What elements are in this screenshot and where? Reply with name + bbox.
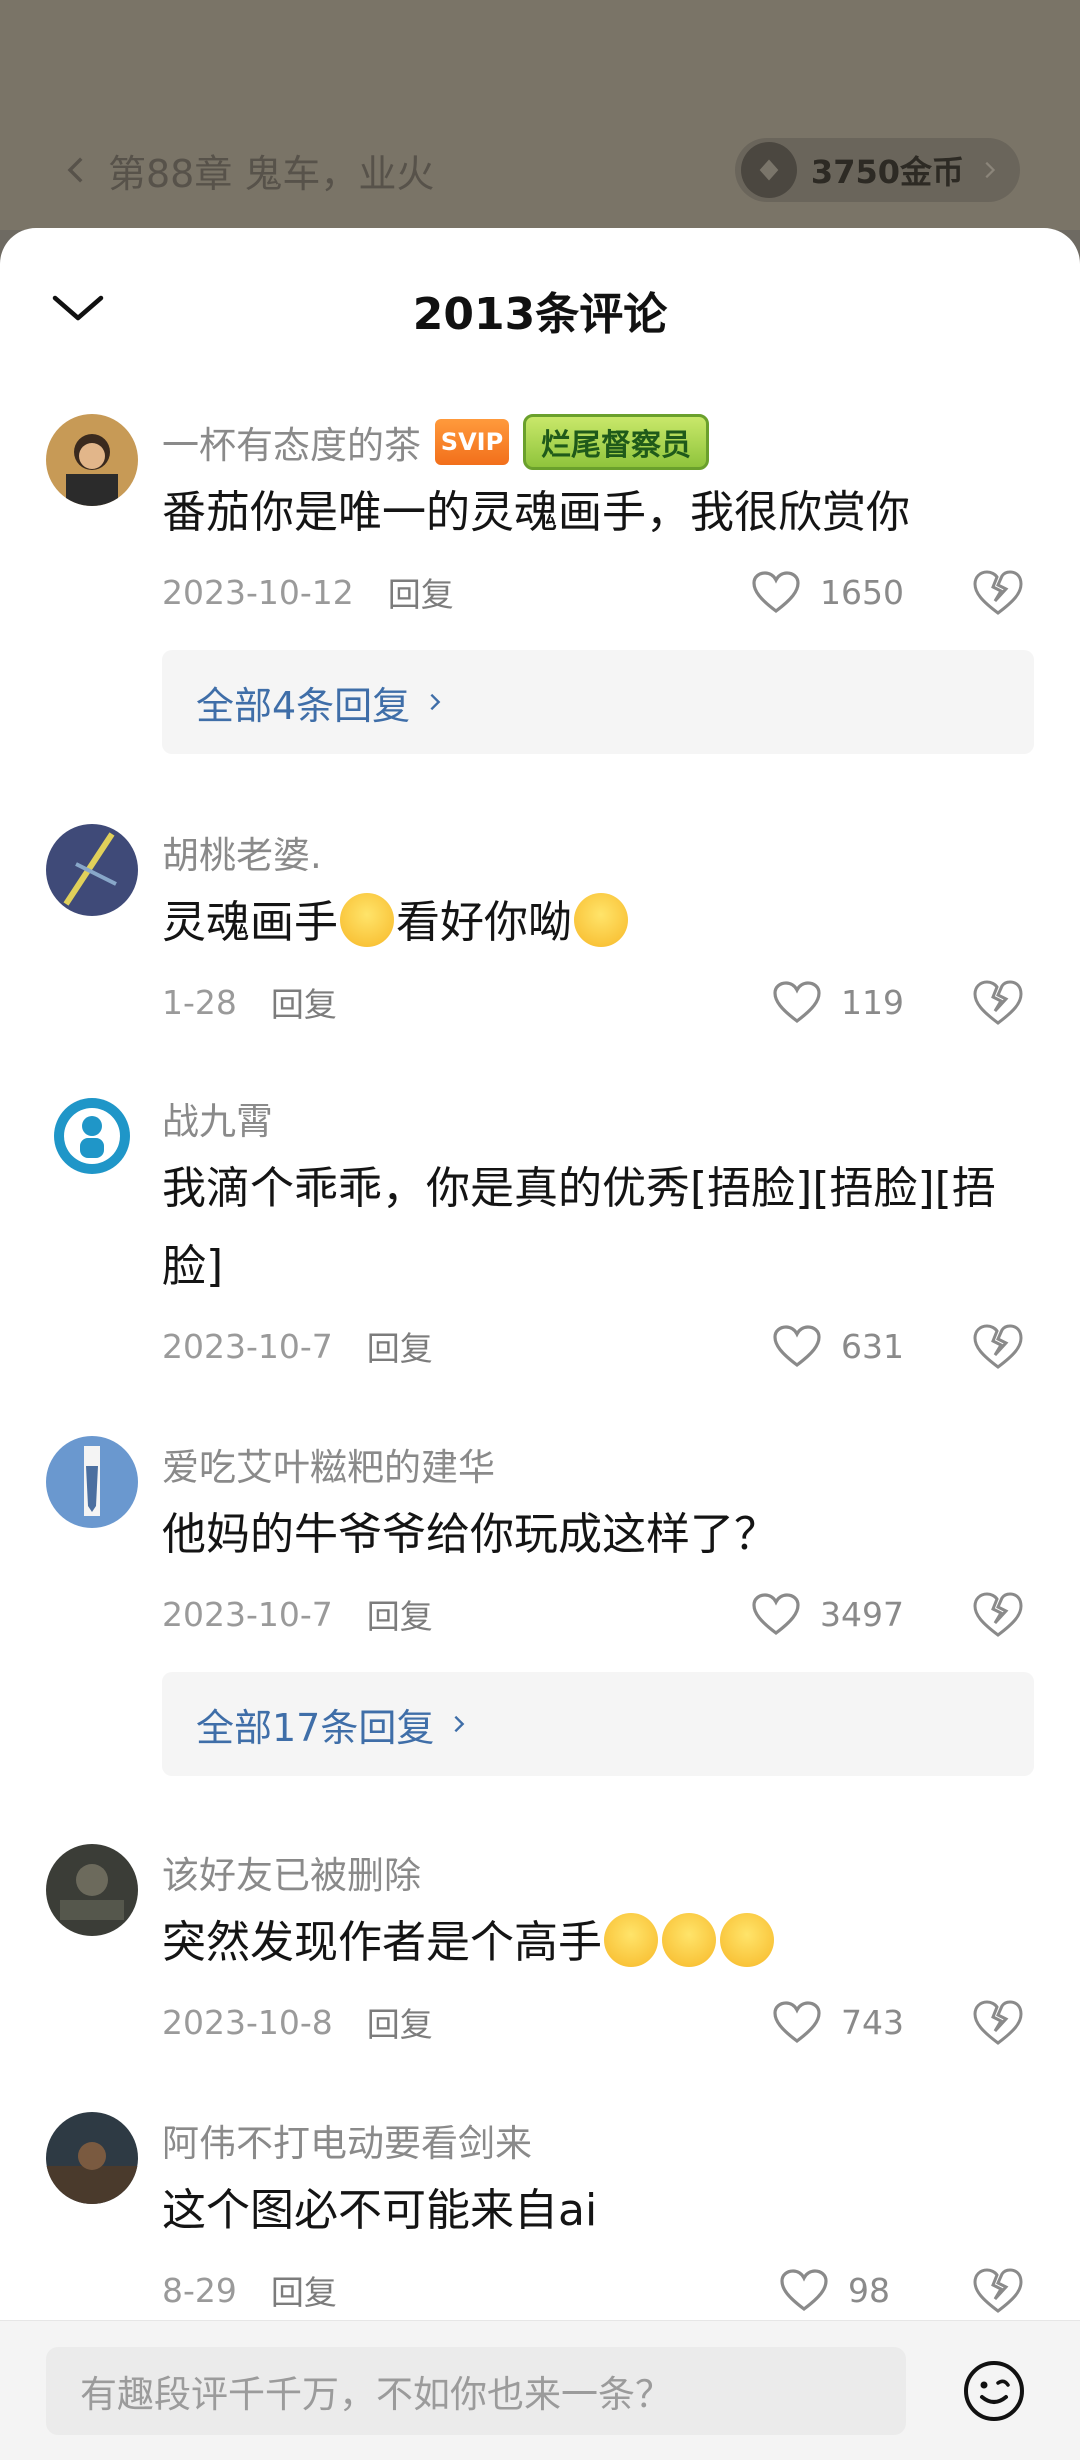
comment-text[interactable]: 这个图必不可能来自ai bbox=[162, 2172, 1034, 2250]
heart-icon bbox=[752, 571, 800, 614]
comment-text[interactable]: 突然发现作者是个高手 bbox=[162, 1904, 1034, 1982]
laughing-emoji-icon bbox=[720, 1913, 774, 1967]
comment-count-title: 2013条评论 bbox=[412, 289, 668, 340]
svip-badge: SVIP bbox=[435, 419, 509, 465]
chevron-left-icon bbox=[67, 157, 83, 183]
comment-date: 2023-10-12 bbox=[162, 572, 354, 612]
like-count: 98 bbox=[848, 2270, 890, 2310]
like-count: 1650 bbox=[820, 572, 904, 612]
like-count: 743 bbox=[841, 2002, 904, 2042]
reply-button[interactable]: 回复 bbox=[271, 2266, 337, 2314]
user-name[interactable]: 胡桃老婆. bbox=[162, 825, 322, 879]
view-replies-link[interactable]: 全部17条回复 bbox=[162, 1672, 1034, 1776]
heart-icon bbox=[752, 1593, 800, 1636]
comment-item: 阿伟不打电动要看剑来 这个图必不可能来自ai 8-29 回复 98 bbox=[0, 2112, 1080, 2330]
comment-text[interactable]: 番茄你是唯一的灵魂画手，我很欣赏你 bbox=[162, 474, 1034, 552]
avatar[interactable] bbox=[46, 2112, 138, 2204]
comment-input[interactable]: 有趣段评千千万，不如你也来一条？ bbox=[46, 2347, 906, 2435]
like-count: 631 bbox=[841, 1326, 904, 1366]
chevron-right-icon bbox=[430, 693, 441, 711]
view-replies-label: 全部17条回复 bbox=[196, 1705, 435, 1750]
user-name[interactable]: 阿伟不打电动要看剑来 bbox=[162, 2113, 532, 2167]
chapter-title: 第88章 鬼车，业火 bbox=[108, 151, 435, 196]
smile-emoji-icon bbox=[574, 893, 628, 947]
emoji-icon[interactable] bbox=[960, 2357, 1028, 2425]
reply-button[interactable]: 回复 bbox=[367, 1322, 433, 1370]
view-replies-label: 全部4条回复 bbox=[196, 683, 411, 728]
user-name[interactable]: 爱吃艾叶糍粑的建华 bbox=[162, 1437, 495, 1491]
user-name[interactable]: 战九霄 bbox=[162, 1091, 273, 1145]
comment-item: 一杯有态度的茶 SVIP 烂尾督察员 番茄你是唯一的灵魂画手，我很欣赏你 202… bbox=[0, 414, 1080, 754]
laughing-emoji-icon bbox=[662, 1913, 716, 1967]
coin-balance: 3750金币 bbox=[810, 153, 964, 191]
like-button[interactable]: 3497 bbox=[750, 1591, 904, 1637]
coin-icon bbox=[740, 142, 797, 198]
view-replies-link[interactable]: 全部4条回复 bbox=[162, 650, 1034, 754]
comment-date: 1-28 bbox=[162, 982, 237, 1022]
coin-balance-button[interactable]: 3750金币 bbox=[734, 138, 1020, 202]
chevron-right-icon bbox=[454, 1715, 465, 1733]
avatar[interactable] bbox=[46, 1090, 138, 1182]
laughing-emoji-icon bbox=[604, 1913, 658, 1967]
broken-heart-icon[interactable] bbox=[970, 1997, 1026, 2047]
reply-button[interactable]: 回复 bbox=[271, 978, 337, 1026]
like-button[interactable]: 743 bbox=[771, 1999, 904, 2045]
broken-heart-icon[interactable] bbox=[970, 977, 1026, 1027]
reply-button[interactable]: 回复 bbox=[367, 1590, 433, 1638]
broken-heart-icon[interactable] bbox=[970, 1589, 1026, 1639]
comment-input-bar: 有趣段评千千万，不如你也来一条？ bbox=[0, 2320, 1080, 2460]
chevron-right-icon bbox=[985, 161, 996, 179]
user-name[interactable]: 一杯有态度的茶 bbox=[162, 415, 421, 469]
user-name[interactable]: 该好友已被删除 bbox=[162, 1845, 421, 1899]
avatar[interactable] bbox=[46, 1436, 138, 1528]
comment-text-part: 灵魂画手 bbox=[162, 897, 338, 948]
avatar[interactable] bbox=[46, 824, 138, 916]
chapter-bar: 第88章 鬼车，业火 3750金币 bbox=[60, 130, 1020, 210]
heart-icon bbox=[773, 1325, 821, 1368]
comment-date: 8-29 bbox=[162, 2270, 237, 2310]
comment-text[interactable]: 他妈的牛爷爷给你玩成这样了？ bbox=[162, 1496, 1034, 1574]
like-count: 119 bbox=[841, 982, 904, 1022]
like-button[interactable]: 119 bbox=[771, 979, 904, 1025]
reply-button[interactable]: 回复 bbox=[367, 1998, 433, 2046]
comment-date: 2023-10-7 bbox=[162, 1594, 333, 1634]
heart-icon bbox=[773, 981, 821, 1024]
avatar[interactable] bbox=[46, 414, 138, 506]
comments-sheet: 2013条评论 一杯有态度的茶 SVIP 烂尾督察员 番茄你是唯一的灵魂画手，我… bbox=[0, 228, 1080, 2460]
input-placeholder: 有趣段评千千万，不如你也来一条？ bbox=[80, 2373, 672, 2416]
like-button[interactable]: 98 bbox=[778, 2267, 904, 2313]
comment-date: 2023-10-7 bbox=[162, 1326, 333, 1366]
comment-item: 该好友已被删除 突然发现作者是个高手 2023-10-8 回复 743 bbox=[0, 1844, 1080, 2062]
comment-date: 2023-10-8 bbox=[162, 2002, 333, 2042]
like-button[interactable]: 1650 bbox=[750, 569, 904, 615]
comment-text[interactable]: 我滴个乖乖，你是真的优秀[捂脸][捂脸][捂脸] bbox=[162, 1150, 1034, 1306]
medal-badge: 烂尾督察员 bbox=[523, 414, 709, 470]
comment-text-part: 突然发现作者是个高手 bbox=[162, 1917, 602, 1968]
smile-emoji-icon bbox=[340, 893, 394, 947]
broken-heart-icon[interactable] bbox=[970, 567, 1026, 617]
broken-heart-icon[interactable] bbox=[970, 1321, 1026, 1371]
comment-text-part: 看好你呦 bbox=[396, 897, 572, 948]
reply-button[interactable]: 回复 bbox=[388, 568, 454, 616]
heart-icon bbox=[780, 2269, 828, 2312]
comment-item: 胡桃老婆. 灵魂画手 看好你呦 1-28 回复 119 bbox=[0, 824, 1080, 1042]
sheet-header: 2013条评论 bbox=[0, 228, 1080, 378]
comment-item: 爱吃艾叶糍粑的建华 他妈的牛爷爷给你玩成这样了？ 2023-10-7 回复 34… bbox=[0, 1436, 1080, 1776]
comment-item: 战九霄 我滴个乖乖，你是真的优秀[捂脸][捂脸][捂脸] 2023-10-7 回… bbox=[0, 1090, 1080, 1386]
like-count: 3497 bbox=[820, 1594, 904, 1634]
comment-text[interactable]: 灵魂画手 看好你呦 bbox=[162, 884, 1034, 962]
broken-heart-icon[interactable] bbox=[970, 2265, 1026, 2315]
like-button[interactable]: 631 bbox=[771, 1323, 904, 1369]
heart-icon bbox=[773, 2001, 821, 2044]
avatar[interactable] bbox=[46, 1844, 138, 1936]
chapter-back-button[interactable]: 第88章 鬼车，业火 bbox=[60, 143, 434, 198]
